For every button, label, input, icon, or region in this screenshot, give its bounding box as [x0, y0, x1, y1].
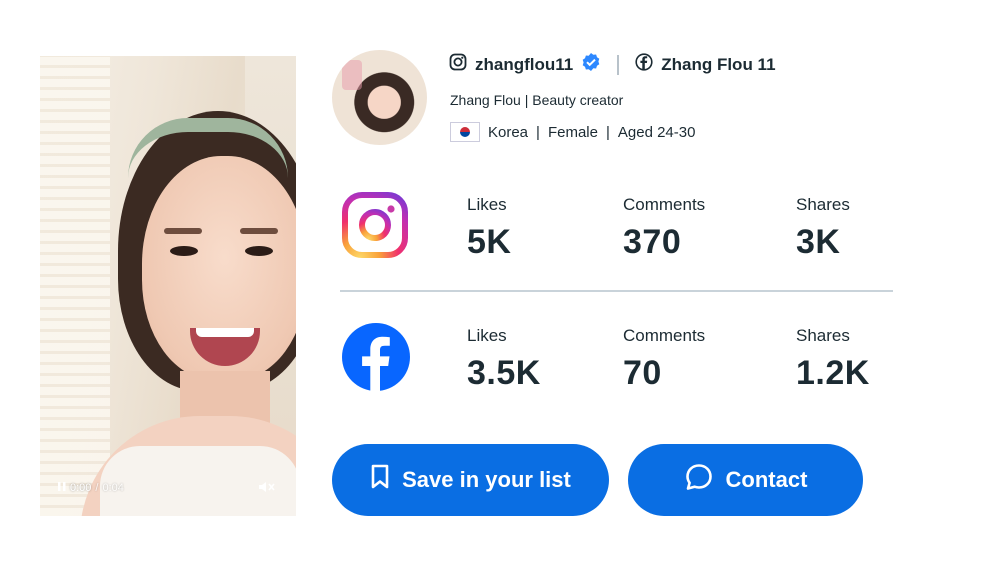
contact-button-label: Contact: [725, 467, 808, 492]
profile-age: Aged 24-30: [617, 123, 696, 141]
stat-label: Likes: [467, 326, 507, 345]
right-eye: [245, 246, 273, 256]
facebook-small-icon: [635, 53, 653, 76]
stat-label: Comments: [623, 195, 706, 214]
stat-label: Likes: [467, 195, 507, 214]
instagram-likes: Likes 5K: [467, 195, 511, 262]
instagram-icon: [342, 192, 408, 258]
stat-value: 3K: [796, 223, 841, 261]
profile-category: Beauty creator: [532, 92, 624, 108]
facebook-comments: Comments 70: [623, 326, 705, 393]
instagram-small-icon: [449, 53, 467, 76]
total-time: 0:04: [102, 482, 124, 494]
avatar: [332, 50, 427, 145]
stat-label: Shares: [796, 195, 850, 214]
profile-gender: Female: [547, 123, 598, 141]
stat-value: 1.2K: [796, 354, 870, 392]
instagram-handle[interactable]: zhangflou11: [475, 55, 573, 75]
muted-speaker-icon[interactable]: [258, 480, 276, 497]
profile-country: Korea: [488, 123, 529, 141]
pause-icon[interactable]: [58, 482, 66, 494]
profile-description: Zhang Flou | Beauty creator: [450, 92, 623, 108]
facebook-likes: Likes 3.5K: [467, 326, 541, 393]
verified-badge-icon: [581, 52, 601, 77]
facebook-name[interactable]: Zhang Flou 11: [661, 55, 775, 75]
meta-separator: |: [536, 123, 540, 141]
window-blinds: [40, 56, 110, 516]
profile-demographics: Korea | Female | Aged 24-30: [450, 122, 695, 142]
bookmark-icon: [370, 464, 390, 496]
save-in-list-button[interactable]: Save in your list: [332, 444, 609, 516]
current-time: 0:00: [70, 482, 92, 494]
right-brow: [240, 228, 278, 234]
handle-divider: [617, 54, 620, 75]
stat-label: Comments: [623, 326, 706, 345]
instagram-comments: Comments 370: [623, 195, 705, 262]
stats-divider: [340, 290, 893, 292]
profile-name: Zhang Flou: [450, 92, 521, 108]
facebook-icon: [342, 323, 410, 391]
stat-value: 3.5K: [467, 354, 541, 392]
time-separator: /: [95, 482, 99, 494]
instagram-shares: Shares 3K: [796, 195, 850, 262]
meta-separator: |: [605, 123, 610, 141]
video-controls: 0:00 / 0:04: [58, 482, 124, 494]
korea-flag-icon: [450, 122, 480, 142]
facebook-shares: Shares 1.2K: [796, 326, 870, 393]
contact-button[interactable]: Contact: [628, 444, 863, 516]
video-player[interactable]: 0:00 / 0:04: [40, 56, 296, 516]
left-eye: [170, 246, 198, 256]
stat-label: Shares: [796, 326, 850, 345]
save-button-label: Save in your list: [402, 467, 571, 492]
left-brow: [164, 228, 202, 234]
stat-value: 70: [623, 354, 662, 392]
chat-bubble-icon: [684, 462, 714, 498]
stat-value: 370: [623, 223, 682, 261]
profile-handles: zhangflou11 Zhang Flou 11: [449, 52, 776, 77]
stat-value: 5K: [467, 223, 512, 261]
